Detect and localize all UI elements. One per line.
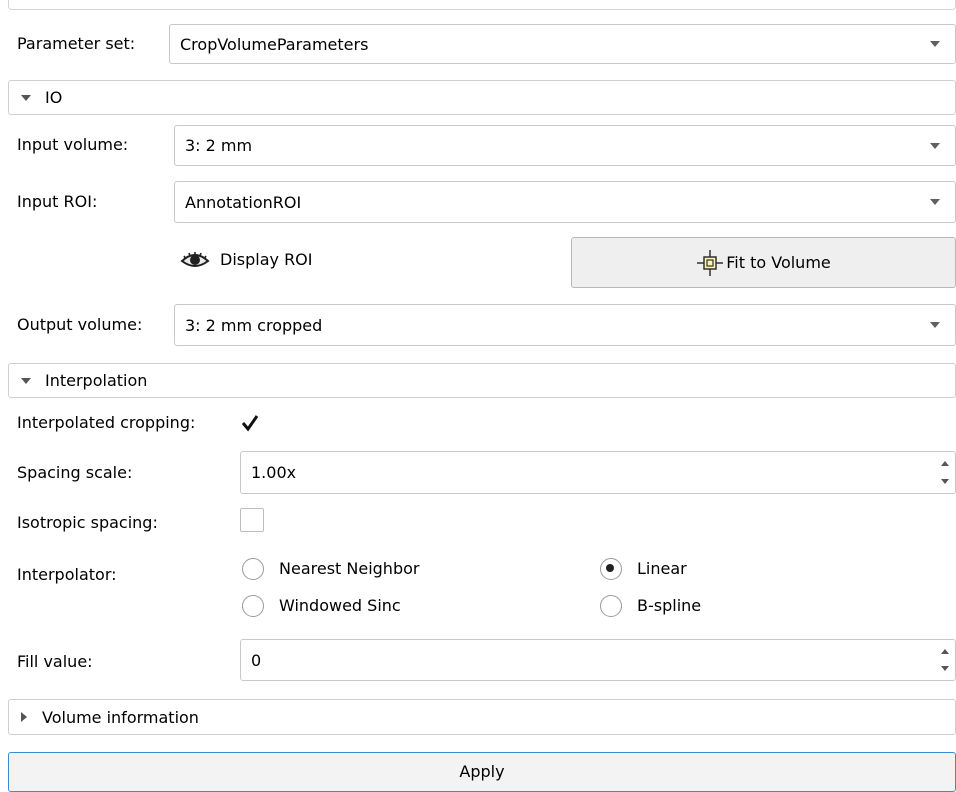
interpolator-label: Interpolator: xyxy=(17,565,117,584)
display-roi-toggle[interactable]: Display ROI xyxy=(180,248,313,272)
display-roi-label: Display ROI xyxy=(220,250,313,269)
io-section-title: IO xyxy=(45,88,63,107)
chevron-down-icon[interactable] xyxy=(930,322,940,328)
chevron-down-icon[interactable] xyxy=(930,199,940,205)
fill-value-value: 0 xyxy=(251,650,262,670)
spin-up-icon[interactable] xyxy=(941,649,949,654)
input-roi-label: Input ROI: xyxy=(17,192,98,211)
input-volume-value: 3: 2 mm xyxy=(185,136,253,155)
radio-button-icon xyxy=(242,595,264,617)
collapse-arrow-icon xyxy=(21,94,31,101)
fit-to-volume-button[interactable]: Fit to Volume xyxy=(571,237,956,288)
spin-arrows[interactable] xyxy=(935,640,955,680)
fit-to-volume-icon xyxy=(697,249,724,276)
collapse-arrow-icon xyxy=(21,377,31,384)
radio-windowed-sinc[interactable]: Windowed Sinc xyxy=(242,594,401,618)
spin-up-icon[interactable] xyxy=(941,461,949,466)
input-volume-label: Input volume: xyxy=(17,135,129,154)
input-roi-combobox[interactable]: AnnotationROI xyxy=(174,181,956,223)
spacing-scale-label: Spacing scale: xyxy=(17,463,133,482)
output-volume-label: Output volume: xyxy=(17,315,143,334)
radio-button-icon xyxy=(600,595,622,617)
volume-information-section-header[interactable]: Volume information xyxy=(8,699,956,735)
input-volume-combobox[interactable]: 3: 2 mm xyxy=(174,125,956,166)
spacing-scale-spinbox[interactable]: 1.00x xyxy=(240,451,956,494)
fit-to-volume-label: Fit to Volume xyxy=(726,252,831,272)
expand-arrow-icon xyxy=(21,712,27,722)
windowed-sinc-label: Windowed Sinc xyxy=(279,596,401,615)
linear-label: Linear xyxy=(637,559,687,578)
radio-linear[interactable]: Linear xyxy=(600,557,687,581)
isotropic-spacing-label: Isotropic spacing: xyxy=(17,513,158,532)
spin-arrows[interactable] xyxy=(935,452,955,493)
radio-b-spline[interactable]: B-spline xyxy=(600,594,701,618)
output-volume-combobox[interactable]: 3: 2 mm cropped xyxy=(174,304,956,346)
chevron-down-icon[interactable] xyxy=(930,41,940,47)
isotropic-spacing-checkbox[interactable] xyxy=(240,508,264,532)
previous-section-edge xyxy=(8,0,956,10)
spin-down-icon[interactable] xyxy=(941,479,949,484)
radio-button-selected-icon xyxy=(600,558,622,580)
interpolation-section-header[interactable]: Interpolation xyxy=(8,363,956,398)
radio-nearest-neighbor[interactable]: Nearest Neighbor xyxy=(242,557,419,581)
interpolated-cropping-checkbox[interactable] xyxy=(240,413,260,433)
fill-value-spinbox[interactable]: 0 xyxy=(240,639,956,681)
apply-button[interactable]: Apply xyxy=(8,752,956,792)
b-spline-label: B-spline xyxy=(637,596,702,615)
volume-information-section-title: Volume information xyxy=(42,707,199,727)
spacing-scale-value: 1.00x xyxy=(251,463,297,482)
apply-label: Apply xyxy=(459,762,505,781)
parameter-set-combobox[interactable]: CropVolumeParameters xyxy=(169,24,956,64)
radio-button-icon xyxy=(242,558,264,580)
interpolation-section-title: Interpolation xyxy=(45,371,148,390)
eye-icon xyxy=(180,252,210,267)
chevron-down-icon[interactable] xyxy=(930,142,940,149)
parameter-set-value: CropVolumeParameters xyxy=(180,34,369,54)
spin-down-icon[interactable] xyxy=(941,666,949,671)
fill-value-label: Fill value: xyxy=(17,652,93,671)
interpolated-cropping-label: Interpolated cropping: xyxy=(17,413,196,432)
output-volume-value: 3: 2 mm cropped xyxy=(185,315,323,335)
nearest-neighbor-label: Nearest Neighbor xyxy=(279,559,420,578)
input-roi-value: AnnotationROI xyxy=(185,192,302,212)
checkmark-icon xyxy=(241,415,259,432)
io-section-header[interactable]: IO xyxy=(8,80,956,115)
parameter-set-label: Parameter set: xyxy=(17,34,136,53)
